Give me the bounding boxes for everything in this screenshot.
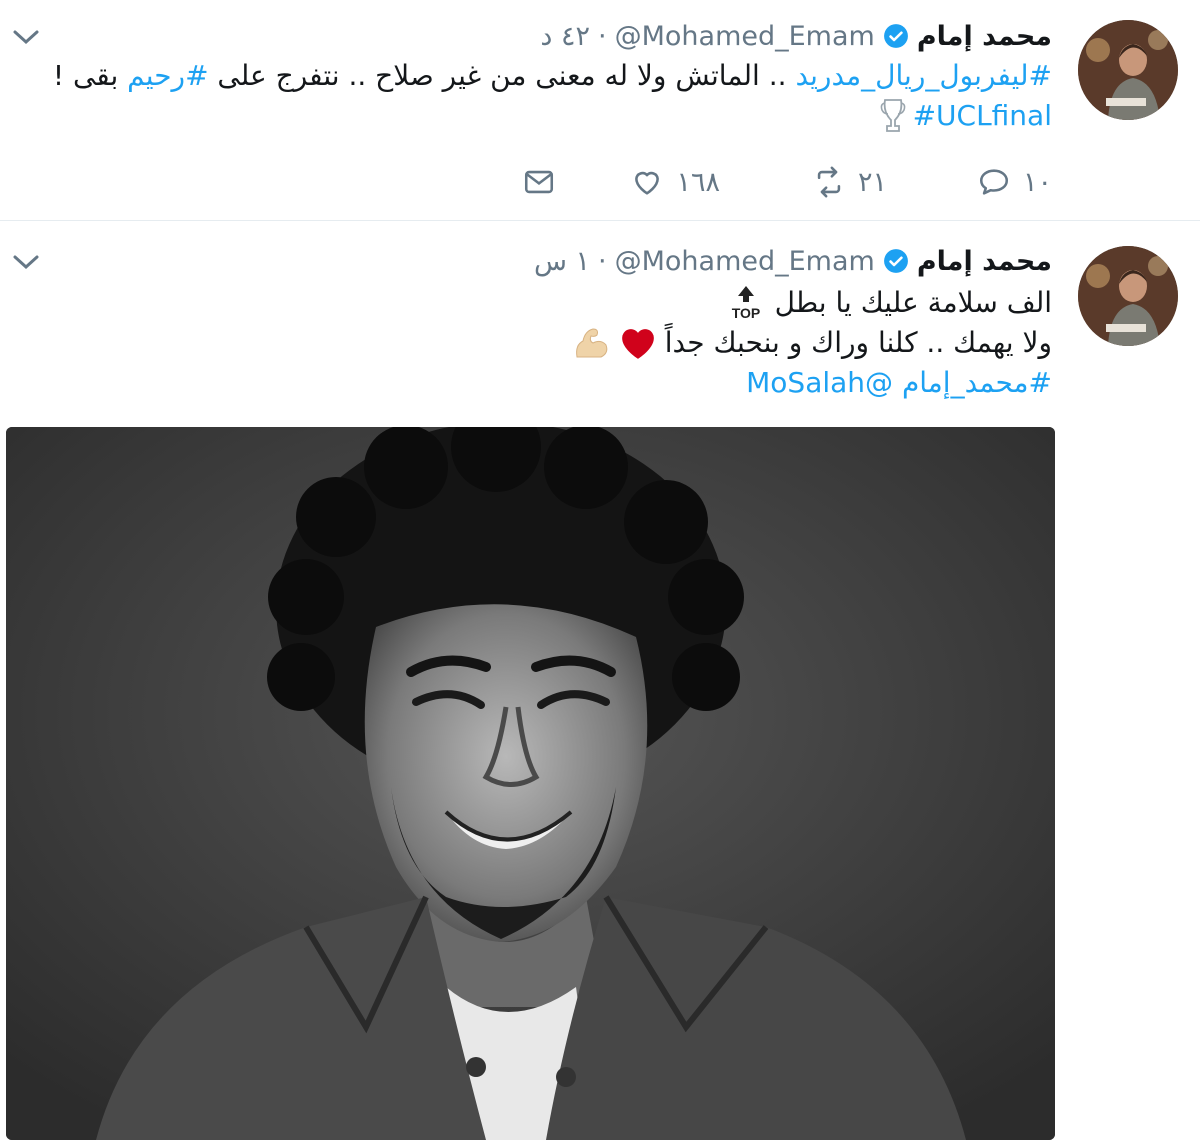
flexed-biceps-icon — [575, 328, 608, 358]
svg-text:TOP: TOP — [731, 305, 760, 321]
tweet-actions: ١٠ ٢١ ١٦٨ — [512, 162, 1052, 202]
like-count: ١٦٨ — [676, 166, 720, 198]
tweet-text-line-1: الف سلامة عليك يا بطل TOP — [727, 283, 1052, 323]
author-name[interactable]: محمد إمام — [917, 246, 1052, 277]
author-handle[interactable]: @Mohamed_Emam — [615, 21, 875, 52]
tweet-time[interactable]: ١ س — [534, 246, 590, 277]
hashtag-link[interactable]: #ليفربول_ريال_مدريد — [795, 59, 1052, 92]
reply-button[interactable]: ١٠ — [977, 162, 1052, 202]
tweet-text-line-2: ولا يهمك .. كلنا وراك و بنحبك جداً — [571, 323, 1052, 363]
retweet-icon — [817, 166, 841, 198]
author-handle[interactable]: @Mohamed_Emam — [615, 246, 875, 277]
portrait-photo — [6, 427, 1055, 1140]
envelope-icon — [524, 170, 554, 194]
tweet-text: بقى ! — [52, 59, 128, 92]
chevron-down-icon[interactable] — [12, 252, 40, 272]
tweet-text: ولا يهمك .. كلنا وراك و بنحبك جداً — [664, 326, 1052, 359]
author-name[interactable]: محمد إمام — [917, 21, 1052, 52]
reply-icon — [979, 169, 1009, 195]
separator-dot: · — [598, 245, 607, 277]
tweet-header: محمد إمام @Mohamed_Emam · ١ س — [534, 241, 1052, 281]
reply-count: ١٠ — [1022, 166, 1052, 198]
avatar[interactable] — [1078, 20, 1178, 120]
chevron-down-icon[interactable] — [12, 27, 40, 47]
trophy-icon — [880, 99, 905, 132]
tweet-time[interactable]: ٤٢ د — [540, 21, 590, 52]
tweet-text: الف سلامة عليك يا بطل — [774, 286, 1052, 319]
tweet-text-line-2: #UCLfinal — [879, 96, 1052, 136]
avatar[interactable] — [1078, 246, 1178, 346]
verified-icon — [883, 24, 908, 48]
heart-icon — [621, 329, 654, 359]
hashtag-link[interactable]: #رحيم — [127, 59, 208, 92]
tweet-text-line-3: #محمد_إمام @MoSalah — [746, 363, 1052, 403]
tweet-2[interactable]: محمد إمام @Mohamed_Emam · ١ س الف سلامة … — [0, 221, 1200, 1140]
tweet-text-line-1: #ليفربول_ريال_مدريد .. الماتش ولا له معن… — [53, 56, 1052, 96]
retweet-count: ٢١ — [857, 166, 887, 198]
tweet-header: محمد إمام @Mohamed_Emam · ٤٢ د — [540, 16, 1052, 56]
top-arrow-icon: TOP — [731, 286, 760, 321]
like-button[interactable]: ١٦٨ — [630, 162, 720, 202]
hashtag-link[interactable]: #UCLfinal — [913, 96, 1052, 136]
mention-link[interactable]: @MoSalah — [746, 366, 893, 399]
tweet-text: .. الماتش ولا له معنى من غير صلاح .. نتف… — [208, 59, 796, 92]
tweet-1[interactable]: محمد إمام @Mohamed_Emam · ٤٢ د #ليفربول_… — [0, 0, 1200, 221]
separator-dot: · — [598, 20, 607, 52]
direct-message-button[interactable] — [522, 162, 556, 202]
tweet-media-photo[interactable] — [6, 427, 1055, 1140]
verified-icon — [883, 249, 908, 273]
hashtag-link[interactable]: #محمد_إمام — [902, 366, 1052, 399]
heart-outline-icon — [635, 171, 660, 195]
retweet-button[interactable]: ٢١ — [812, 162, 887, 202]
